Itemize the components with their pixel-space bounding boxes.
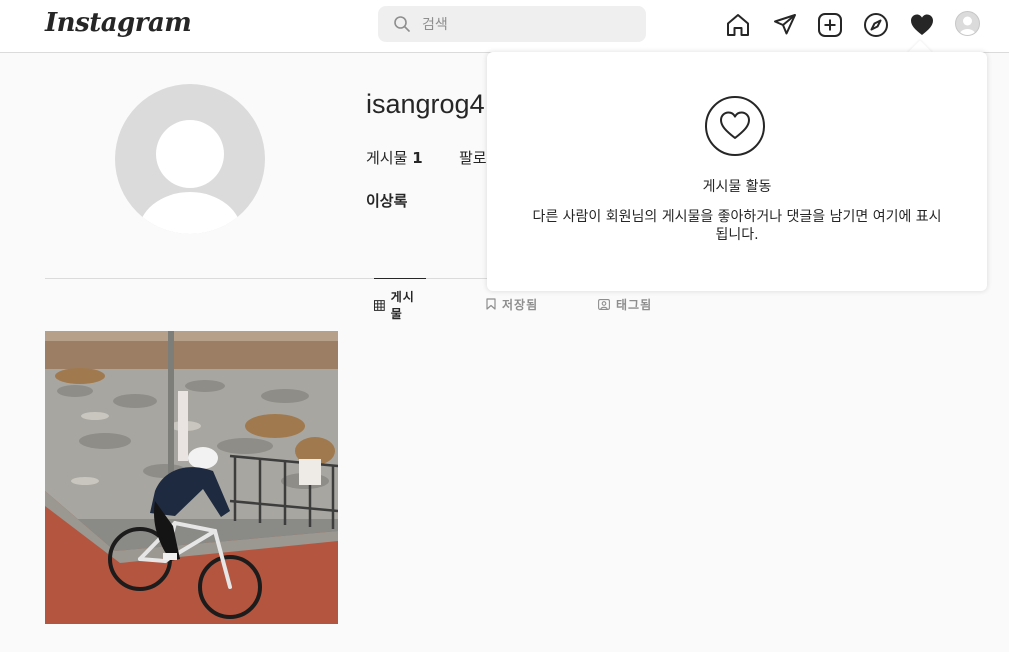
search-input[interactable] [420, 6, 634, 44]
instagram-logo[interactable]: Instagram [45, 8, 192, 38]
direct-message-icon[interactable] [772, 12, 798, 38]
popover-description: 다른 사람이 회원님의 게시물을 좋아하거나 댓글을 남기면 여기에 표시됩니다… [532, 209, 942, 243]
posts-count-value: 1 [412, 149, 423, 167]
profile-picture[interactable] [115, 84, 265, 234]
tab-posts-label: 게시물 [390, 290, 415, 321]
new-post-icon[interactable] [817, 12, 843, 38]
home-icon[interactable] [725, 12, 751, 38]
search-icon [394, 16, 410, 32]
activity-heart-icon[interactable] [909, 12, 935, 38]
tab-saved-label: 저장됨 [502, 297, 539, 312]
bookmark-icon [486, 298, 496, 310]
activity-popover: 게시물 활동 다른 사람이 회원님의 게시물을 좋아하거나 댓글을 남기면 여기… [487, 52, 987, 291]
top-nav-bar: Instagram [0, 0, 1009, 53]
explore-icon[interactable] [863, 12, 889, 38]
tab-posts[interactable]: 게시물 [374, 278, 426, 331]
popover-title: 게시물 활동 [702, 179, 772, 195]
profile-full-name: 이상록 [366, 192, 408, 210]
tagged-icon [598, 299, 610, 310]
followers-label: 팔로 [459, 149, 487, 167]
followers-stat[interactable]: 팔로 [459, 147, 487, 168]
post-thumbnail[interactable] [45, 331, 338, 624]
search-box[interactable] [378, 6, 646, 44]
profile-username: isangrog4 [366, 89, 485, 119]
post-photo-cyclist [45, 331, 338, 624]
posts-count-label: 게시물 [366, 149, 408, 167]
posts-count-stat[interactable]: 게시물 1 [366, 147, 423, 168]
grid-icon [374, 299, 385, 311]
tab-tagged-label: 태그됨 [616, 297, 653, 312]
heart-outline-icon [705, 96, 765, 156]
profile-avatar-icon[interactable] [955, 11, 980, 36]
